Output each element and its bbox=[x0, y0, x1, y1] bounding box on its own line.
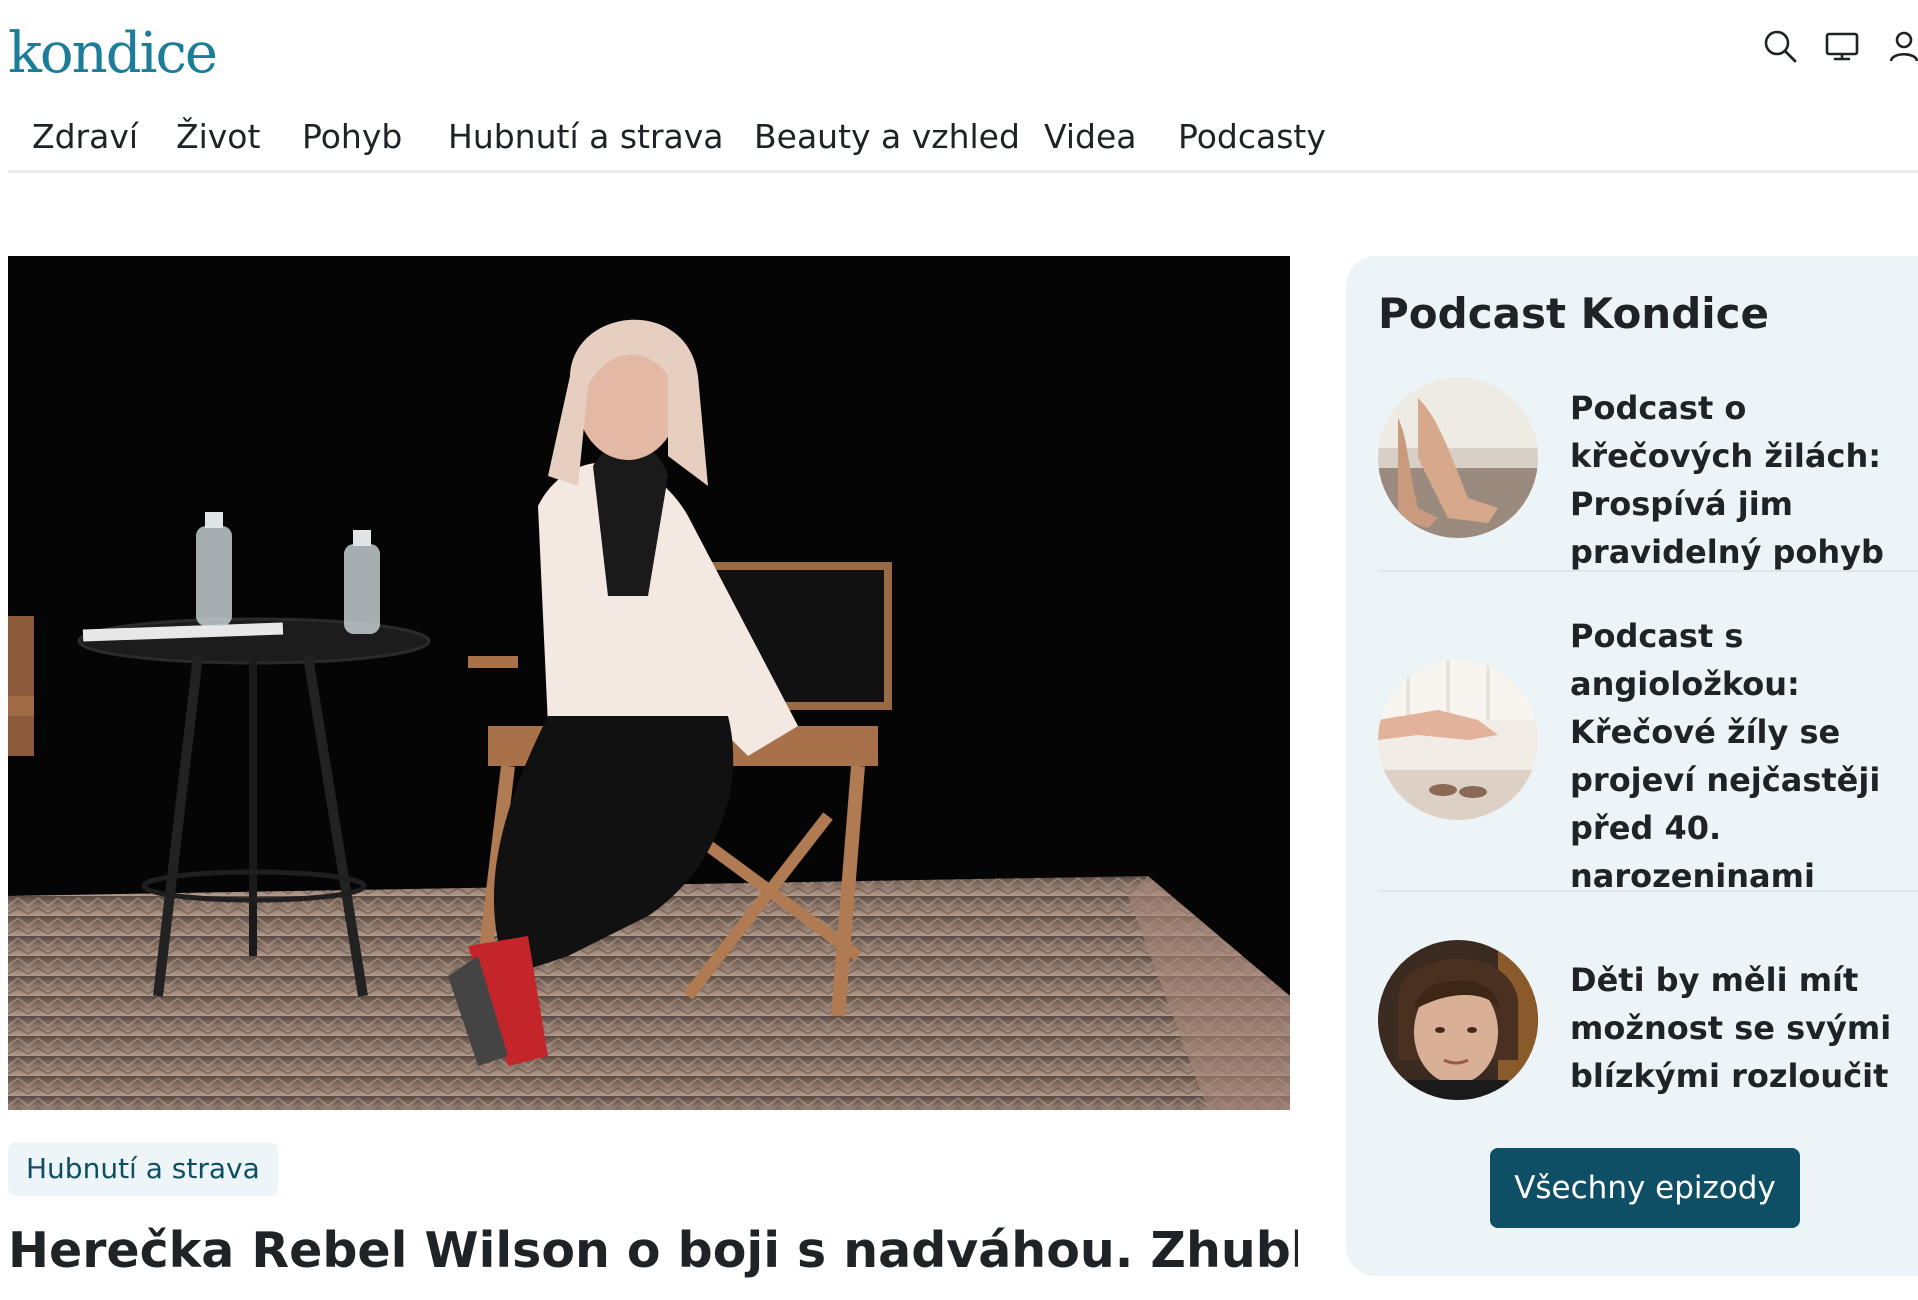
nav-item-zivot[interactable]: Život bbox=[176, 104, 260, 170]
podcast-panel-title: Podcast Kondice bbox=[1378, 289, 1770, 338]
episode-thumbnail[interactable] bbox=[1378, 940, 1538, 1100]
episode-title[interactable]: Podcast o křečových žilách: Prospívá jim… bbox=[1570, 384, 1910, 576]
nav-item-videa[interactable]: Videa bbox=[1044, 104, 1137, 170]
podcast-episode-item[interactable]: Děti by měli mít možnost se svými blízký… bbox=[1378, 940, 1918, 1100]
episode-thumbnail[interactable] bbox=[1378, 660, 1538, 820]
all-episodes-button[interactable]: Všechny epizody bbox=[1490, 1148, 1800, 1228]
tv-icon[interactable] bbox=[1820, 24, 1864, 68]
article-hero-image[interactable] bbox=[8, 256, 1290, 1110]
user-icon[interactable] bbox=[1882, 24, 1918, 68]
site-logo[interactable]: kondice bbox=[8, 18, 218, 90]
nav-item-podcasty[interactable]: Podcasty bbox=[1178, 104, 1326, 170]
nav-item-beauty-a-vzhled[interactable]: Beauty a vzhled bbox=[754, 104, 1020, 170]
episode-thumbnail[interactable] bbox=[1378, 378, 1538, 538]
episode-title[interactable]: Děti by měli mít možnost se svými blízký… bbox=[1570, 956, 1910, 1100]
article-headline[interactable]: Herečka Rebel Wilson o boji s nadváhou. … bbox=[8, 1218, 1298, 1284]
article-category-tag[interactable]: Hubnutí a strava bbox=[8, 1142, 278, 1196]
podcast-episode-item[interactable]: Podcast s angioložkou: Křečové žíly se p… bbox=[1378, 612, 1918, 895]
episode-divider bbox=[1378, 890, 1918, 892]
search-icon[interactable] bbox=[1758, 24, 1802, 68]
nav-item-zdravi[interactable]: Zdraví bbox=[32, 104, 138, 170]
nav-item-pohyb[interactable]: Pohyb bbox=[302, 104, 402, 170]
main-navigation: Zdraví Život Pohyb Hubnutí a strava Beau… bbox=[8, 104, 1918, 173]
episode-title[interactable]: Podcast s angioložkou: Křečové žíly se p… bbox=[1570, 612, 1910, 900]
nav-item-hubnuti-a-strava[interactable]: Hubnutí a strava bbox=[448, 104, 724, 170]
episode-divider bbox=[1378, 570, 1918, 572]
header-actions bbox=[1758, 24, 1918, 68]
podcast-episode-item[interactable]: Podcast o křečových žilách: Prospívá jim… bbox=[1378, 372, 1918, 572]
